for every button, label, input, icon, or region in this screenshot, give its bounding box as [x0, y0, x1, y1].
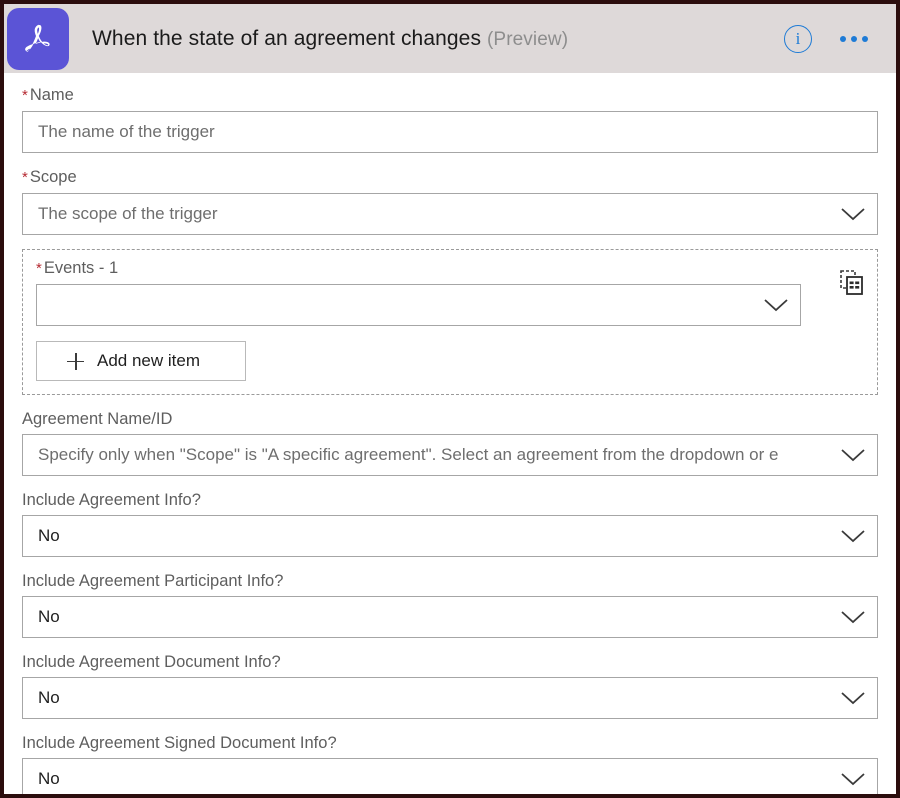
field-label-scope-text: Scope: [30, 168, 77, 186]
switch-to-array-input-icon[interactable]: [840, 270, 864, 301]
field-label-include-agreement-document-info: Include Agreement Document Info?: [22, 652, 878, 672]
required-asterisk: *: [22, 87, 28, 104]
agreement-name-id-textwrap: Specify only when "Scope" is "A specific…: [23, 445, 829, 465]
field-label-events-text: Events - 1: [44, 259, 118, 277]
scope-select-textwrap: The scope of the trigger: [23, 204, 829, 224]
add-new-item-label: Add new item: [97, 351, 200, 371]
field-label-scope: *Scope: [22, 167, 878, 188]
field-include-agreement-participant-info: Include Agreement Participant Info? No: [22, 571, 878, 638]
info-icon-glyph: i: [796, 29, 801, 49]
events-column: *Events - 1: [36, 258, 820, 326]
chevron-down-icon[interactable]: [829, 597, 877, 637]
include-agreement-signed-document-info-value: No: [23, 769, 829, 789]
required-asterisk: *: [22, 169, 28, 186]
field-label-name-text: Name: [30, 86, 74, 104]
name-input[interactable]: The name of the trigger: [22, 111, 878, 153]
include-agreement-participant-info-textwrap: No: [23, 607, 829, 627]
chevron-down-icon[interactable]: [829, 194, 877, 234]
field-label-name: *Name: [22, 85, 878, 106]
include-agreement-info-value: No: [23, 526, 829, 546]
add-new-item-button[interactable]: Add new item: [36, 341, 246, 381]
info-icon[interactable]: i: [784, 25, 812, 53]
flow-trigger-card: When the state of an agreement changes (…: [0, 0, 900, 798]
field-agreement-name-id: Agreement Name/ID Specify only when "Sco…: [22, 409, 878, 476]
field-label-agreement-name-id: Agreement Name/ID: [22, 409, 878, 429]
name-input-textwrap: The name of the trigger: [23, 122, 877, 142]
ellipsis-dot: [851, 36, 857, 42]
agreement-name-id-placeholder: Specify only when "Scope" is "A specific…: [23, 445, 829, 465]
field-include-agreement-signed-document-info: Include Agreement Signed Document Info? …: [22, 733, 878, 798]
field-label-include-agreement-info: Include Agreement Info?: [22, 490, 878, 510]
more-options-icon[interactable]: [840, 36, 868, 42]
events-row: *Events - 1: [36, 258, 864, 326]
field-label-include-agreement-signed-document-info: Include Agreement Signed Document Info?: [22, 733, 878, 753]
agreement-name-id-select[interactable]: Specify only when "Scope" is "A specific…: [22, 434, 878, 476]
field-include-agreement-info: Include Agreement Info? No: [22, 490, 878, 557]
scope-select-placeholder: The scope of the trigger: [23, 204, 829, 224]
chevron-down-icon[interactable]: [829, 435, 877, 475]
include-agreement-document-info-select[interactable]: No: [22, 677, 878, 719]
include-agreement-signed-document-info-textwrap: No: [23, 769, 829, 789]
field-include-agreement-document-info: Include Agreement Document Info? No: [22, 652, 878, 719]
include-agreement-document-info-textwrap: No: [23, 688, 829, 708]
chevron-down-icon[interactable]: [829, 516, 877, 556]
chevron-down-icon[interactable]: [829, 759, 877, 798]
plus-icon: [67, 353, 84, 370]
card-title: When the state of an agreement changes (…: [92, 27, 568, 51]
include-agreement-signed-document-info-select[interactable]: No: [22, 758, 878, 798]
card-title-text: When the state of an agreement changes: [92, 27, 481, 50]
chevron-down-icon[interactable]: [829, 678, 877, 718]
include-agreement-info-select[interactable]: No: [22, 515, 878, 557]
card-header: When the state of an agreement changes (…: [4, 4, 896, 73]
include-agreement-info-textwrap: No: [23, 526, 829, 546]
events-array-group: *Events - 1: [22, 249, 878, 395]
name-input-placeholder: The name of the trigger: [23, 122, 877, 142]
events-select[interactable]: [36, 284, 801, 326]
include-agreement-participant-info-select[interactable]: No: [22, 596, 878, 638]
include-agreement-document-info-value: No: [23, 688, 829, 708]
trigger-form: *Name The name of the trigger *Scope The…: [4, 73, 896, 798]
field-label-events: *Events - 1: [36, 258, 820, 279]
include-agreement-participant-info-value: No: [23, 607, 829, 627]
scope-select[interactable]: The scope of the trigger: [22, 193, 878, 235]
adobe-acrobat-sign-icon: [7, 8, 69, 70]
field-label-include-agreement-participant-info: Include Agreement Participant Info?: [22, 571, 878, 591]
preview-badge: (Preview): [487, 29, 568, 50]
ellipsis-dot: [862, 36, 868, 42]
chevron-down-icon[interactable]: [752, 285, 800, 325]
field-name: *Name The name of the trigger: [22, 85, 878, 153]
field-scope: *Scope The scope of the trigger: [22, 167, 878, 235]
required-asterisk: *: [36, 260, 42, 277]
ellipsis-dot: [840, 36, 846, 42]
header-actions: i: [784, 25, 896, 53]
